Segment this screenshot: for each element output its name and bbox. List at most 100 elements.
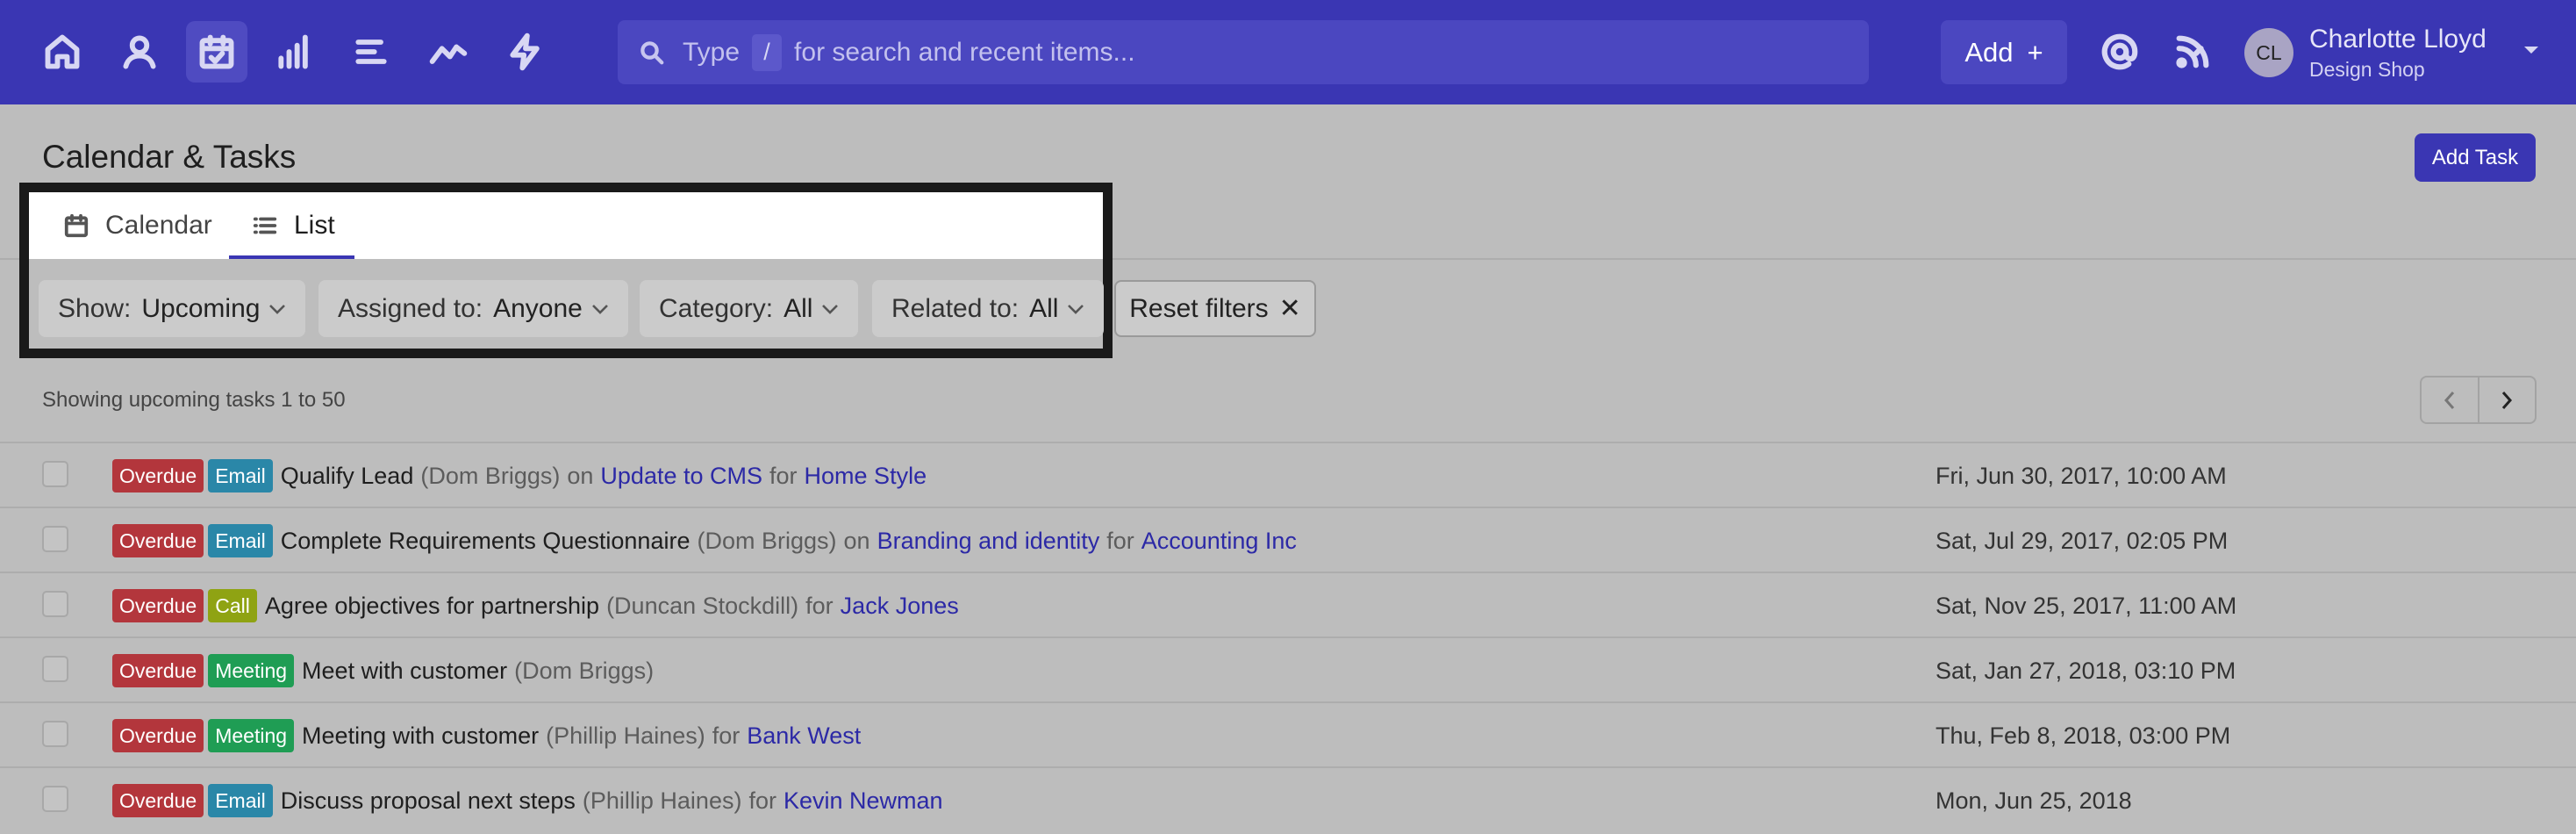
user-icon[interactable] (109, 21, 170, 83)
task-related-link[interactable]: Update to CMS (600, 463, 762, 490)
task-checkbox[interactable] (42, 461, 68, 487)
task-title[interactable]: Meeting with customer (302, 723, 539, 750)
task-assignee: (Dom Briggs) (514, 657, 655, 684)
search-shortcut-key: / (752, 33, 783, 71)
task-for-link[interactable]: Bank West (747, 723, 861, 750)
chevron-down-icon[interactable] (2522, 44, 2541, 56)
page-title: Calendar & Tasks (42, 139, 297, 175)
calendar-check-icon[interactable] (186, 21, 247, 83)
chevron-down-icon (822, 304, 839, 314)
table-row[interactable]: Overdue Email Complete Requirements Ques… (0, 507, 2576, 572)
list-icon[interactable] (340, 21, 402, 83)
reset-filters-button[interactable]: Reset filters ✕ (1114, 280, 1316, 337)
user-name[interactable]: Charlotte Lloyd (2309, 25, 2487, 54)
status-badge: Overdue (112, 719, 204, 752)
filter-assigned-to[interactable]: Assigned to: Anyone (318, 280, 628, 337)
task-checkbox[interactable] (42, 656, 68, 682)
filter-related-label: Related to: (891, 293, 1020, 323)
feed-icon[interactable] (2172, 32, 2213, 72)
task-for-word: for (1106, 527, 1134, 554)
calendar-icon (64, 213, 89, 238)
task-on-word: on (567, 462, 594, 489)
next-page-button[interactable] (2479, 377, 2536, 422)
pagination (2420, 376, 2537, 424)
add-button-label: Add (1964, 36, 2014, 68)
type-badge: Meeting (208, 654, 295, 687)
task-title[interactable]: Agree objectives for partnership (265, 593, 599, 620)
task-for-word: for (748, 787, 776, 814)
status-badge: Overdue (112, 459, 204, 492)
filter-assigned-value: Anyone (493, 293, 583, 323)
filter-category[interactable]: Category: All (640, 280, 859, 337)
chevron-down-icon (269, 304, 286, 314)
task-for-link[interactable]: Home Style (805, 463, 927, 490)
task-date: Sat, Jul 29, 2017, 02:05 PM (1936, 527, 2229, 554)
type-badge: Email (208, 459, 273, 492)
task-checkbox[interactable] (42, 786, 68, 812)
task-for-link[interactable]: Jack Jones (841, 593, 959, 620)
filter-show[interactable]: Show: Upcoming (39, 280, 306, 337)
tab-calendar[interactable]: Calendar (63, 192, 212, 259)
search-input[interactable]: Type / for search and recent items... (618, 20, 1869, 84)
search-placeholder-type: Type (683, 37, 741, 67)
results-summary: Showing upcoming tasks 1 to 50 (42, 388, 346, 412)
home-icon[interactable] (32, 21, 93, 83)
lightning-icon[interactable] (495, 21, 556, 83)
chevron-right-icon (2502, 391, 2513, 409)
filter-category-value: All (784, 293, 813, 323)
previous-page-button[interactable] (2422, 377, 2479, 422)
task-checkbox[interactable] (42, 721, 68, 747)
bar-chart-icon[interactable] (263, 21, 325, 83)
add-button[interactable]: Add + (1941, 20, 2067, 84)
user-organization: Design Shop (2309, 58, 2425, 81)
task-assignee: (Phillip Haines) (546, 722, 705, 749)
task-checkbox[interactable] (42, 526, 68, 552)
task-for-link[interactable]: Accounting Inc (1141, 528, 1297, 555)
tab-calendar-label: Calendar (105, 211, 212, 240)
filter-show-label: Show: (58, 293, 132, 323)
add-task-button[interactable]: Add Task (2415, 133, 2536, 182)
trend-line-icon[interactable] (418, 21, 479, 83)
avatar[interactable]: CL (2244, 28, 2293, 77)
table-row[interactable]: Overdue Meeting Meeting with customer (P… (0, 701, 2576, 766)
status-badge: Overdue (112, 654, 204, 687)
chevron-down-icon (1068, 304, 1084, 314)
task-title[interactable]: Qualify Lead (281, 463, 414, 490)
table-row[interactable]: Overdue Call Agree objectives for partne… (0, 572, 2576, 636)
task-title[interactable]: Meet with customer (302, 658, 507, 685)
filter-category-label: Category: (659, 293, 774, 323)
status-badge: Overdue (112, 589, 204, 622)
tab-list[interactable]: List (252, 192, 335, 259)
search-icon (640, 40, 664, 64)
task-checkbox[interactable] (42, 591, 68, 617)
task-assignee: (Dom Briggs) (697, 527, 837, 554)
type-badge: Meeting (208, 719, 295, 752)
active-tab-indicator (229, 255, 354, 259)
list-icon (253, 217, 277, 234)
task-title[interactable]: Discuss proposal next steps (281, 787, 576, 815)
task-on-word: on (843, 527, 870, 554)
filter-related-to[interactable]: Related to: All (872, 280, 1105, 337)
table-row[interactable]: Overdue Email Discuss proposal next step… (0, 766, 2576, 831)
tab-list-label: List (294, 211, 335, 240)
at-mention-icon[interactable] (2100, 32, 2140, 72)
reset-filters-label: Reset filters (1129, 293, 1269, 323)
plus-icon: + (2027, 36, 2043, 68)
status-badge: Overdue (112, 524, 204, 557)
task-title[interactable]: Complete Requirements Questionnaire (281, 528, 691, 555)
table-row[interactable]: Overdue Meeting Meet with customer (Dom … (0, 636, 2576, 701)
task-date: Fri, Jun 30, 2017, 10:00 AM (1936, 462, 2227, 489)
task-for-link[interactable]: Kevin Newman (784, 787, 943, 815)
task-date: Thu, Feb 8, 2018, 03:00 PM (1936, 722, 2231, 749)
table-row[interactable]: Overdue Email Qualify Lead (Dom Briggs) … (0, 442, 2576, 507)
task-date: Sat, Nov 25, 2017, 11:00 AM (1936, 592, 2237, 619)
task-date: Mon, Jun 25, 2018 (1936, 787, 2132, 814)
task-assignee: (Duncan Stockdill) (606, 592, 799, 619)
task-date: Sat, Jan 27, 2018, 03:10 PM (1936, 657, 2236, 684)
task-related-link[interactable]: Branding and identity (877, 528, 1100, 555)
task-for-word: for (805, 592, 834, 619)
chevron-down-icon (591, 304, 608, 314)
task-assignee: (Dom Briggs) (420, 462, 561, 489)
task-for-word: for (712, 722, 741, 749)
filter-assigned-label: Assigned to: (338, 293, 483, 323)
